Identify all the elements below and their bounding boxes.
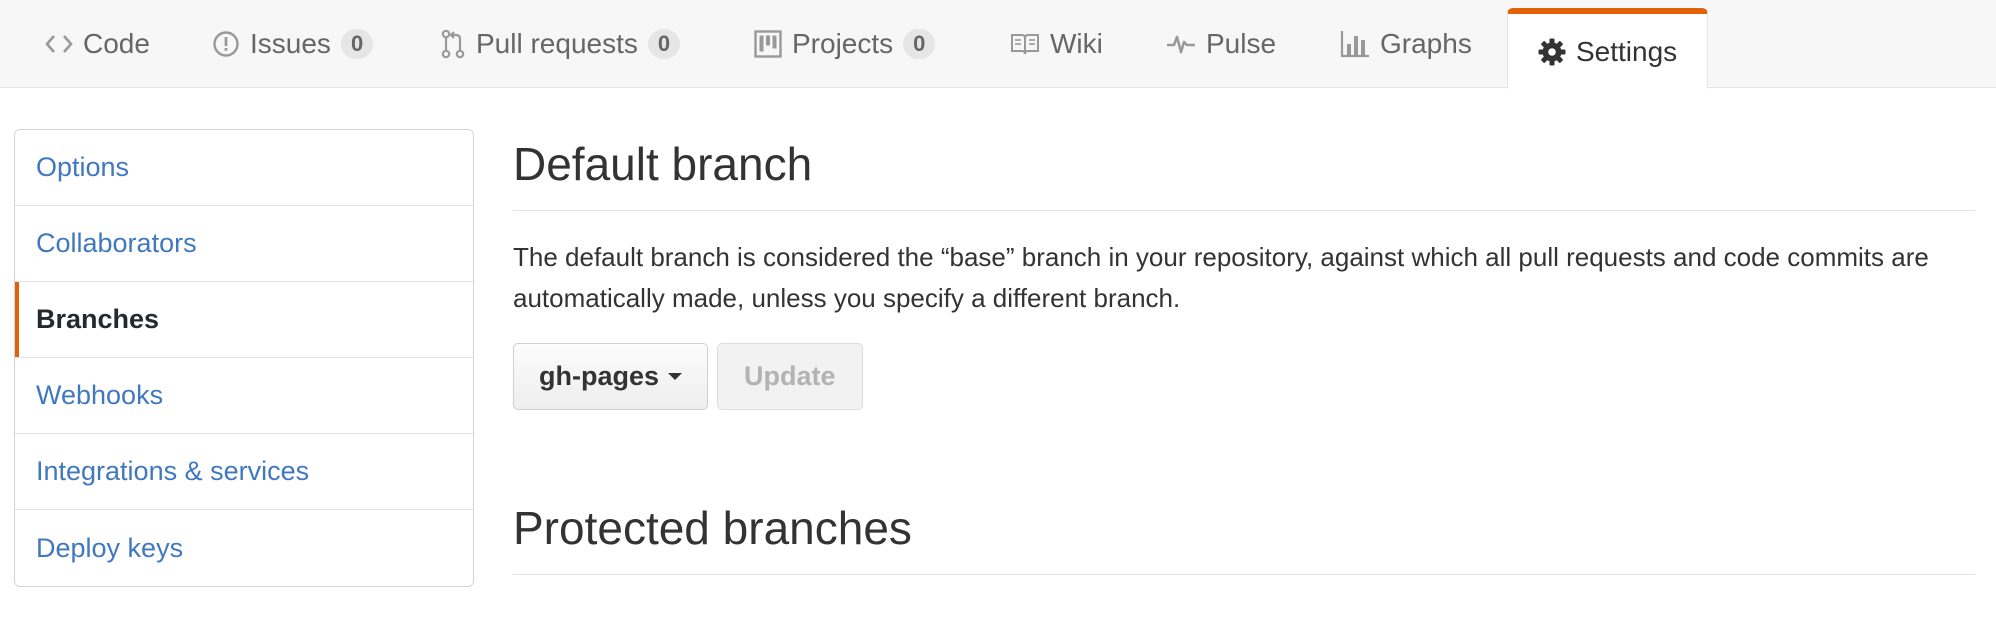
sidebar-item-branches[interactable]: Branches (15, 282, 473, 358)
sidebar-item-webhooks[interactable]: Webhooks (15, 358, 473, 434)
graph-icon (1340, 30, 1370, 58)
sidebar-item-label: Branches (36, 304, 160, 334)
code-icon (45, 32, 73, 56)
tab-label: Pulse (1206, 28, 1277, 59)
tab-label: Pull requests (476, 28, 638, 59)
settings-content: Default branch The default branch is con… (513, 129, 1975, 576)
branch-select-button[interactable]: gh-pages (513, 343, 709, 411)
tab-pull-requests[interactable]: Pull requests 0 (440, 0, 681, 88)
protected-branches-heading: Protected branches (513, 493, 1975, 576)
tab-code[interactable]: Code (45, 0, 150, 88)
default-branch-description: The default branch is considered the “ba… (513, 242, 1929, 314)
sidebar-item-label: Options (36, 152, 130, 182)
sidebar-item-label: Collaborators (36, 228, 197, 258)
sidebar-item-collaborators[interactable]: Collaborators (15, 206, 473, 282)
tab-graphs[interactable]: Graphs (1340, 0, 1472, 88)
tab-label: Issues (250, 28, 331, 59)
issues-counter: 0 (340, 29, 374, 59)
caret-down-icon (668, 373, 683, 381)
projects-counter: 0 (903, 29, 936, 59)
tab-label: Code (83, 28, 150, 59)
tab-label: Graphs (1380, 28, 1472, 59)
update-button[interactable]: Update (717, 343, 863, 411)
sidebar-item-deploy-keys[interactable]: Deploy keys (15, 510, 473, 586)
tab-projects[interactable]: Projects 0 (754, 0, 936, 88)
issue-opened-icon (212, 30, 240, 58)
tab-pulse[interactable]: Pulse (1166, 0, 1276, 88)
gear-icon (1538, 38, 1566, 66)
pull-requests-counter: 0 (647, 29, 681, 59)
tab-label: Wiki (1050, 28, 1103, 59)
repo-nav-tabs: Code Issues 0 Pull requests 0 Projects 0… (0, 0, 1996, 89)
sidebar-item-label: Integrations & services (36, 456, 310, 486)
tab-wiki[interactable]: Wiki (1010, 0, 1103, 88)
default-branch-heading: Default branch (513, 129, 1975, 212)
pulse-icon (1166, 32, 1196, 56)
tab-settings[interactable]: Settings (1507, 8, 1709, 89)
book-icon (1010, 32, 1040, 56)
branch-select-label: gh-pages (539, 361, 660, 392)
sidebar-item-integrations-services[interactable]: Integrations & services (15, 434, 473, 510)
settings-sidebar-menu: Options Collaborators Branches Webhooks … (14, 129, 474, 587)
project-icon (754, 30, 782, 58)
sidebar-item-label: Webhooks (36, 380, 164, 410)
tab-label: Settings (1576, 35, 1678, 67)
sidebar-item-options[interactable]: Options (15, 130, 473, 206)
default-branch-controls: gh-pages Update (513, 343, 1975, 411)
tab-label: Projects (792, 28, 894, 59)
sidebar-item-label: Deploy keys (36, 532, 184, 563)
tab-issues[interactable]: Issues 0 (212, 0, 374, 88)
git-pull-request-icon (440, 29, 466, 59)
